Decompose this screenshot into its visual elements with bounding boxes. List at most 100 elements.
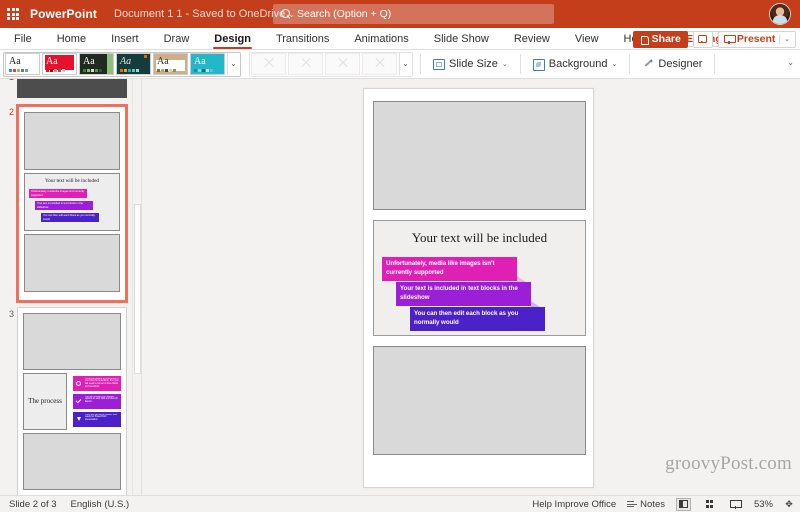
chevron-down-icon: ⌄ bbox=[501, 61, 508, 68]
slide-number-label: 2 bbox=[8, 107, 14, 117]
thumbnail-slide-1[interactable]: 1 bbox=[0, 79, 141, 98]
slide-number-label: 3 bbox=[8, 309, 14, 319]
tab-design[interactable]: Design bbox=[206, 28, 259, 50]
theme-color-strip bbox=[157, 69, 176, 72]
view-reading-button[interactable] bbox=[728, 498, 743, 511]
app-launcher-icon bbox=[7, 8, 19, 20]
theme-thumb-cyan[interactable]: Aa bbox=[190, 53, 225, 75]
tab-transitions[interactable]: Transitions bbox=[268, 28, 337, 50]
variant-thumb-3[interactable] bbox=[325, 53, 360, 75]
thumb-slide-title: Your text will be included bbox=[45, 178, 99, 184]
tab-draw[interactable]: Draw bbox=[156, 28, 198, 50]
view-normal-button[interactable] bbox=[675, 497, 691, 511]
designer-label: Designer bbox=[658, 58, 703, 70]
theme-thumb-wood[interactable]: Aa bbox=[153, 53, 188, 75]
present-separator: | bbox=[778, 33, 782, 45]
thumb-chip-text: Once you decide on a scheme to use from … bbox=[85, 377, 119, 389]
thumb-chip-text: You will choose your desired options to … bbox=[85, 395, 118, 404]
slide-editor-area[interactable]: Your text will be included Unfortunately… bbox=[142, 79, 800, 495]
help-improve-office-link[interactable]: Help Improve Office bbox=[532, 499, 616, 510]
thumb-content-middle: Your text will be included Unfortunately… bbox=[24, 173, 120, 231]
thumbnail-panel-scrollbar[interactable] bbox=[132, 79, 141, 495]
thumb-placeholder-bottom bbox=[23, 433, 121, 490]
present-button[interactable]: Present | ⌄ bbox=[717, 30, 796, 48]
notes-button[interactable]: Notes bbox=[627, 499, 665, 510]
slide-chip-3[interactable]: You can then edit each block as you norm… bbox=[410, 307, 545, 331]
present-label: Present bbox=[736, 33, 776, 45]
tab-review[interactable]: Review bbox=[506, 28, 558, 50]
slide-title[interactable]: Your text will be included bbox=[374, 230, 585, 246]
toolbar-divider bbox=[714, 54, 716, 74]
slide-thumbnail-panel[interactable]: 1 2 Your text will be included Unfortuna… bbox=[0, 79, 142, 495]
thumbnail-frame-selected[interactable]: Your text will be included Unfortunately… bbox=[16, 104, 128, 303]
zoom-level-label[interactable]: 53% bbox=[754, 499, 773, 510]
slide-chip-1[interactable]: Unfortunately, media like images isn't c… bbox=[382, 257, 517, 281]
theme-thumb-red[interactable]: Aa bbox=[42, 53, 77, 75]
theme-gallery[interactable]: Aa Aa Aa Aa Aa Aa ⌄ bbox=[3, 51, 241, 77]
variant-gallery[interactable]: ⌄ bbox=[249, 51, 413, 77]
slide-chip-2[interactable]: Your text is included in text blocks in … bbox=[396, 282, 531, 306]
avatar[interactable] bbox=[769, 3, 791, 25]
theme-color-strip bbox=[120, 69, 139, 72]
reading-view-icon bbox=[730, 499, 743, 509]
language-label[interactable]: English (U.S.) bbox=[71, 499, 130, 510]
theme-thumb-teal[interactable]: Aa bbox=[116, 53, 151, 75]
designer-button[interactable]: Designer bbox=[637, 53, 707, 75]
slide-chip-3-text: You can then edit each block as you norm… bbox=[414, 310, 519, 326]
share-icon bbox=[640, 35, 649, 45]
background-button[interactable]: Background ⌄ bbox=[528, 53, 623, 75]
tab-animations[interactable]: Animations bbox=[346, 28, 416, 50]
thumb-chip: Once you decide on a scheme to use from … bbox=[73, 376, 121, 391]
slide-placeholder-bottom[interactable] bbox=[373, 346, 586, 455]
toolbar-overflow-button[interactable]: ⌄ bbox=[787, 58, 794, 67]
chevron-down-icon: ⌄ bbox=[784, 36, 790, 43]
slide-counter-label[interactable]: Slide 2 of 3 bbox=[9, 499, 57, 510]
app-launcher-button[interactable] bbox=[0, 8, 26, 20]
design-ribbon-toolbar: Aa Aa Aa Aa Aa Aa ⌄ ⌄ Slide Size ⌄ Backg… bbox=[0, 50, 800, 79]
slide-canvas[interactable]: Your text will be included Unfortunately… bbox=[363, 88, 594, 488]
download-icon bbox=[77, 417, 81, 421]
thumb-placeholder-top bbox=[24, 112, 120, 170]
slide-size-label: Slide Size bbox=[449, 58, 498, 70]
check-icon bbox=[75, 397, 82, 404]
tab-insert[interactable]: Insert bbox=[103, 28, 147, 50]
theme-thumb-dark[interactable]: Aa bbox=[79, 53, 114, 75]
slide-placeholder-top[interactable] bbox=[373, 101, 586, 210]
thumbnail-frame[interactable] bbox=[17, 79, 127, 98]
scrollbar-thumb[interactable] bbox=[134, 204, 141, 374]
thumbnail-slide-2[interactable]: 2 Your text will be included Unfortunate… bbox=[0, 104, 141, 303]
variant-thumb-4[interactable] bbox=[362, 53, 397, 75]
theme-gallery-more-button[interactable]: ⌄ bbox=[227, 53, 239, 75]
fit-to-window-icon[interactable]: ✥ bbox=[784, 499, 794, 509]
document-title-label: Document 1 1 - Saved to OneDrive bbox=[114, 8, 286, 20]
theme-aa-label: Aa bbox=[194, 56, 206, 67]
tab-slide-show[interactable]: Slide Show bbox=[426, 28, 497, 50]
slide-content-block[interactable]: Your text will be included Unfortunately… bbox=[373, 220, 586, 336]
thumb-content-middle: The process Once you decide on a scheme … bbox=[23, 373, 121, 430]
share-button[interactable]: Share bbox=[632, 30, 688, 48]
slide-size-button[interactable]: Slide Size ⌄ bbox=[428, 53, 513, 75]
thumbnail-frame[interactable]: The process Once you decide on a scheme … bbox=[17, 307, 127, 495]
thumb-chip: Unfortunately, media like images isn't c… bbox=[29, 189, 87, 198]
target-icon bbox=[76, 381, 81, 386]
thumbnail-slide-3[interactable]: 3 The process Once you decide on a schem… bbox=[0, 307, 141, 495]
tab-home[interactable]: Home bbox=[49, 28, 94, 50]
search-input[interactable]: Search (Option + Q) bbox=[273, 4, 554, 24]
thumb-chip: Then the file will be saved, then ready … bbox=[73, 412, 121, 427]
variant-thumb-2[interactable] bbox=[288, 53, 323, 75]
comments-button[interactable] bbox=[692, 30, 713, 48]
theme-color-strip bbox=[83, 69, 102, 72]
variant-gallery-more-button[interactable]: ⌄ bbox=[399, 53, 411, 75]
theme-color-strip bbox=[46, 69, 65, 72]
tab-view[interactable]: View bbox=[567, 28, 607, 50]
theme-color-strip bbox=[194, 69, 213, 72]
notes-icon bbox=[627, 500, 638, 508]
status-left-group: Slide 2 of 3 English (U.S.) bbox=[0, 499, 129, 510]
view-sorter-button[interactable] bbox=[702, 498, 717, 511]
document-title-button[interactable]: Document 1 1 - Saved to OneDrive ⌄ bbox=[114, 8, 295, 20]
ribbon-right-actions: Share Present | ⌄ bbox=[632, 28, 796, 50]
variant-thumb-1[interactable] bbox=[251, 53, 286, 75]
tab-file[interactable]: File bbox=[6, 28, 40, 50]
theme-thumb-white[interactable]: Aa bbox=[5, 53, 40, 75]
powerpoint-web-app: PowerPoint Document 1 1 - Saved to OneDr… bbox=[0, 0, 800, 512]
